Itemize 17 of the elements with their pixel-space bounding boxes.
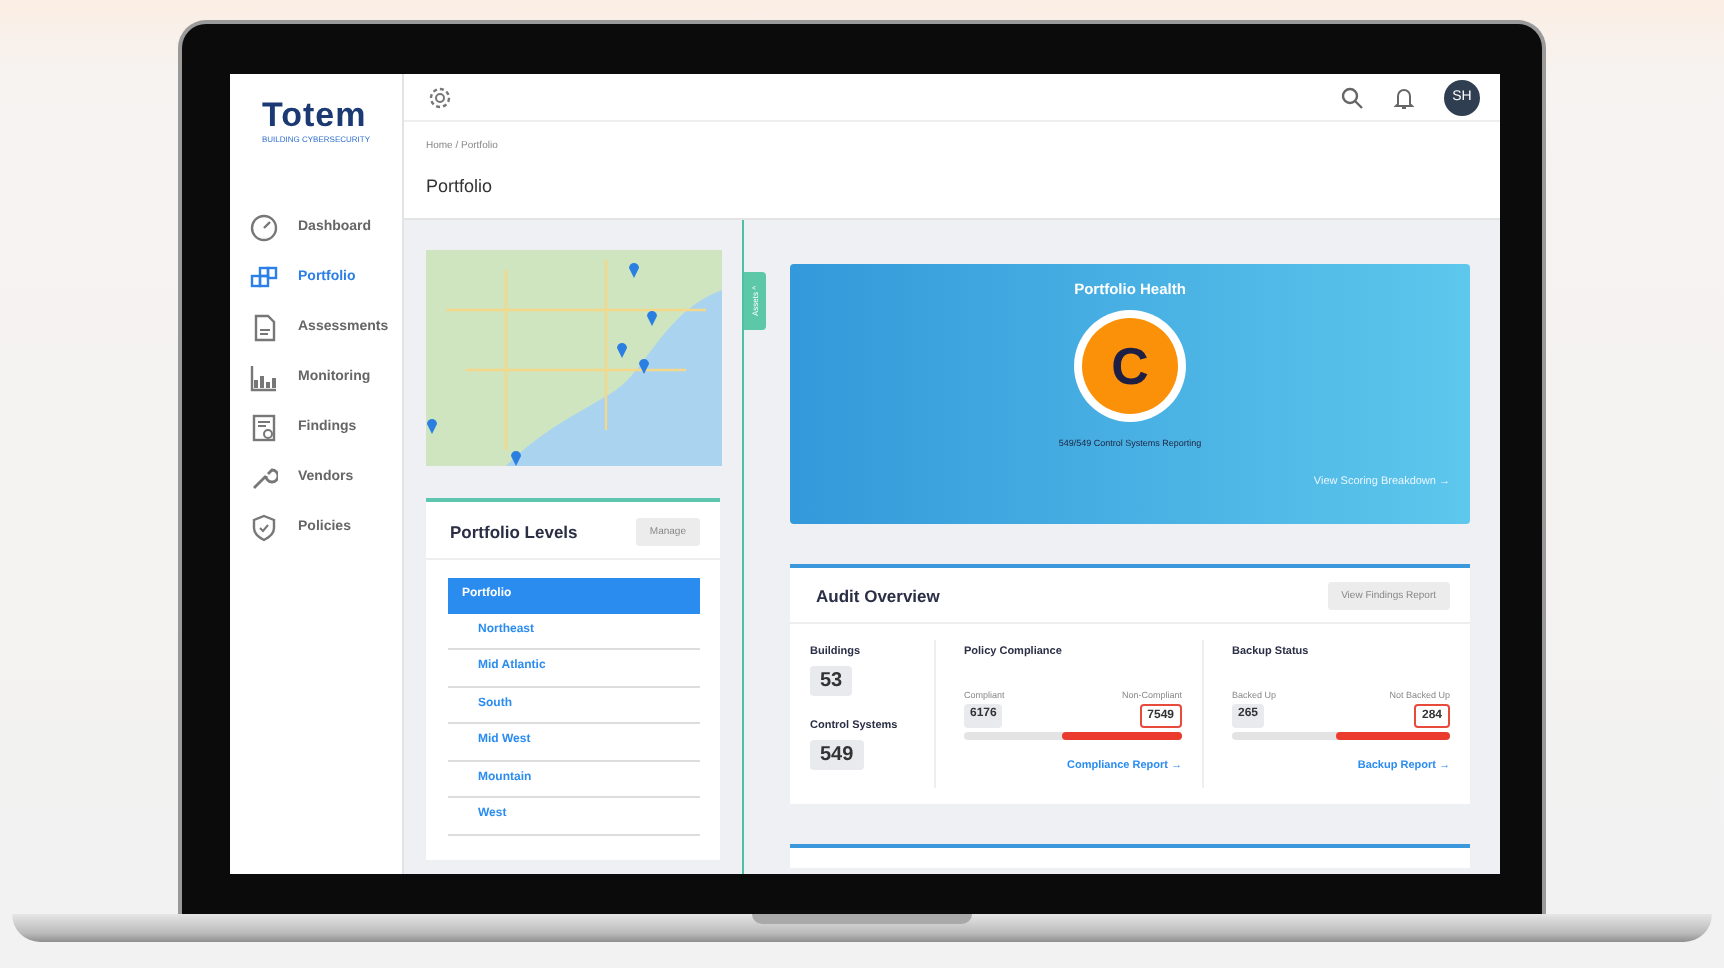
document-icon [250, 313, 278, 341]
bell-icon [1392, 85, 1416, 109]
bar-chart-icon [250, 363, 278, 391]
shield-icon [250, 513, 278, 541]
gauge-icon [250, 213, 278, 241]
logo-wordmark: Totem [262, 98, 367, 134]
page-title: Portfolio [426, 176, 495, 196]
blocks-icon [250, 263, 278, 291]
settings-icon [428, 85, 452, 109]
search-icon [1340, 85, 1364, 109]
count-value: 53 [810, 666, 853, 696]
wrench-icon [250, 463, 278, 491]
card-title: Audit Overview [816, 586, 940, 606]
grade-badge: C [1074, 310, 1186, 422]
card-title: Portfolio Levels [450, 522, 578, 542]
count-value: 549 [810, 740, 864, 770]
clipboard-icon [250, 413, 278, 441]
